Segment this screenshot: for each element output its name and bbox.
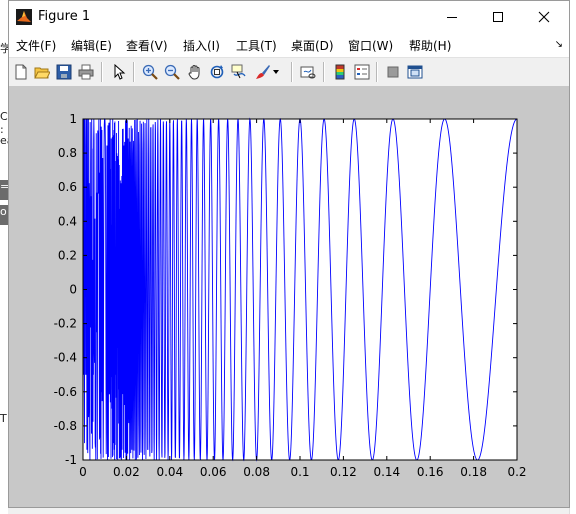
zoom-out-icon (164, 64, 180, 80)
show-plot-tools-button[interactable] (405, 62, 425, 82)
edit-plot-arrow-icon (114, 64, 126, 80)
dock-arrow-icon[interactable]: ↘ (555, 39, 563, 50)
x-tick-label: 0.14 (373, 465, 400, 479)
print-button[interactable] (76, 62, 96, 82)
background-text-fragment: 学 (0, 42, 11, 55)
y-tick-label: -0.8 (54, 419, 77, 433)
zoom-in-icon (142, 64, 158, 80)
open-file-button[interactable] (32, 62, 52, 82)
brush-dropdown-button[interactable] (271, 62, 281, 82)
colorbar-icon (335, 64, 345, 80)
x-tick-label: 0.18 (460, 465, 487, 479)
toolbar-separator (133, 62, 135, 82)
maximize-icon (493, 12, 503, 22)
rotate-3d-icon (210, 65, 224, 79)
show-plot-tools-icon (407, 65, 423, 79)
x-tick-label: 0.04 (156, 465, 183, 479)
matlab-logo-icon (16, 9, 32, 25)
zoom-in-button[interactable] (140, 62, 160, 82)
insert-legend-button[interactable] (352, 62, 372, 82)
figure-canvas[interactable]: 0 0.02 0.04 0.06 0.08 0.1 0.12 0.14 0.16 0.18 0.2 -… (9, 86, 569, 507)
background-app-left (0, 0, 8, 514)
title-bar[interactable]: Figure 1 (9, 1, 569, 33)
toolbar-separator (323, 62, 325, 82)
chevron-down-icon (273, 70, 279, 74)
edit-plot-button[interactable] (109, 62, 129, 82)
y-tick-label: 1 (69, 112, 77, 126)
menu-desktop[interactable]: 桌面(D) (291, 37, 334, 54)
zoom-out-button[interactable] (162, 62, 182, 82)
menu-insert[interactable]: 插入(I) (183, 37, 220, 54)
save-button[interactable] (54, 62, 74, 82)
x-tick-label: 0 (79, 465, 87, 479)
x-tick-label: 0.2 (507, 465, 526, 479)
pan-button[interactable] (185, 62, 205, 82)
y-tick-label: 0.6 (58, 180, 77, 194)
link-plot-icon (300, 66, 316, 79)
toolbar-separator (101, 62, 103, 82)
background-text-fragment: o (0, 205, 8, 225)
y-tick-label: 0 (69, 283, 77, 297)
close-icon (538, 11, 550, 23)
figure-window: Figure 1 文件(F) 编辑(E) 查看(V) 插入(I) 工具(T) 桌… (8, 0, 570, 508)
background-text-fragment: = (0, 180, 9, 200)
brush-button[interactable] (253, 62, 273, 82)
minimize-button[interactable] (429, 1, 475, 33)
menu-view[interactable]: 查看(V) (126, 37, 168, 54)
background-text-fragment: C : (0, 110, 8, 136)
pan-hand-icon (188, 65, 200, 80)
y-tick-label: -0.6 (54, 385, 77, 399)
y-tick-label: -0.4 (54, 351, 77, 365)
y-tick-label: -1 (65, 453, 77, 467)
menu-bar: 文件(F) 编辑(E) 查看(V) 插入(I) 工具(T) 桌面(D) 窗口(W… (9, 33, 569, 57)
menu-tools[interactable]: 工具(T) (236, 37, 277, 54)
y-tick-label: 0.4 (58, 214, 77, 228)
x-tick-label: 0.06 (200, 465, 227, 479)
x-tick-label: 0.1 (290, 465, 309, 479)
open-file-icon (34, 67, 50, 79)
data-cursor-button[interactable] (229, 62, 249, 82)
background-app-right (569, 0, 576, 514)
menu-help[interactable]: 帮助(H) (409, 37, 451, 54)
new-figure-icon (15, 64, 27, 80)
hide-plot-tools-icon (387, 66, 399, 78)
window-title: Figure 1 (38, 9, 91, 24)
x-tick-label: 0.16 (417, 465, 444, 479)
y-tick-label: -0.2 (54, 317, 77, 331)
print-icon (78, 64, 94, 80)
brush-icon (256, 65, 270, 79)
rotate-3d-button[interactable] (207, 62, 227, 82)
close-button[interactable] (521, 1, 567, 33)
background-text-fragment: ea (0, 134, 14, 147)
y-tick-label: 0.8 (58, 146, 77, 160)
y-tick-label: 0.2 (58, 248, 77, 262)
new-figure-button[interactable] (11, 62, 31, 82)
minimize-icon (447, 17, 457, 18)
maximize-button[interactable] (475, 1, 521, 33)
legend-icon (354, 64, 370, 80)
figure-toolbar (9, 57, 569, 87)
insert-colorbar-button[interactable] (330, 62, 350, 82)
toolbar-separator (291, 62, 293, 82)
x-tick-label: 0.08 (243, 465, 270, 479)
toolbar-separator (376, 62, 378, 82)
save-icon (56, 64, 72, 80)
background-text-fragment: T (0, 412, 7, 425)
x-tick-label: 0.02 (113, 465, 140, 479)
link-plot-button[interactable] (298, 62, 318, 82)
menu-edit[interactable]: 编辑(E) (71, 37, 112, 54)
plot-svg[interactable]: 0 0.02 0.04 0.06 0.08 0.1 0.12 0.14 0.16 0.18 0.2 -… (9, 86, 569, 507)
data-cursor-icon (231, 64, 246, 79)
x-tick-label: 0.12 (330, 465, 357, 479)
menu-window[interactable]: 窗口(W) (348, 37, 393, 54)
hide-plot-tools-button[interactable] (383, 62, 403, 82)
menu-file[interactable]: 文件(F) (16, 37, 56, 54)
